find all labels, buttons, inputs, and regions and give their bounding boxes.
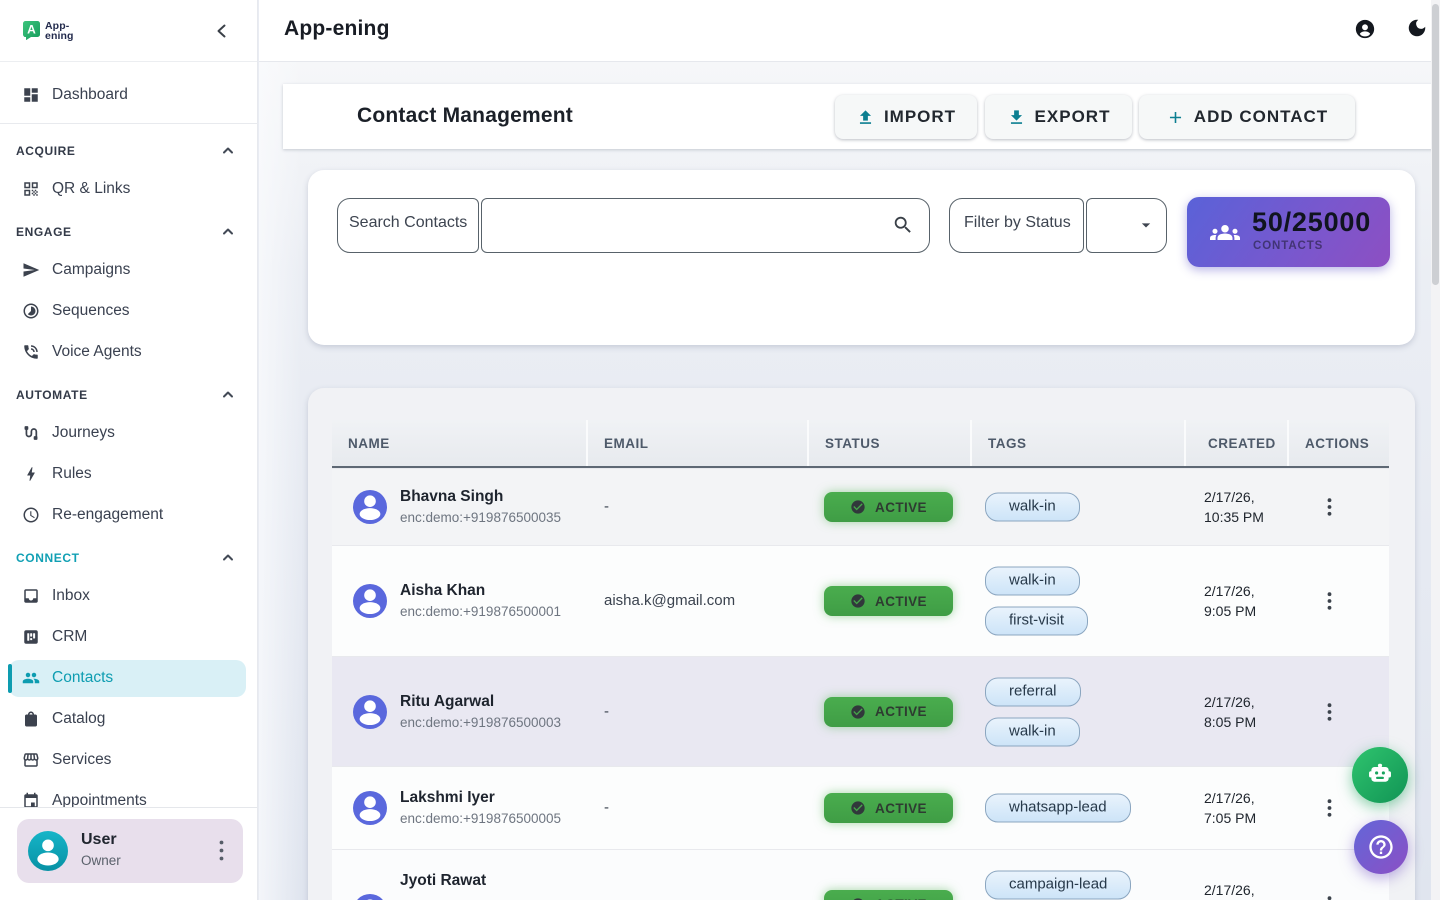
- svg-text:A: A: [27, 22, 36, 36]
